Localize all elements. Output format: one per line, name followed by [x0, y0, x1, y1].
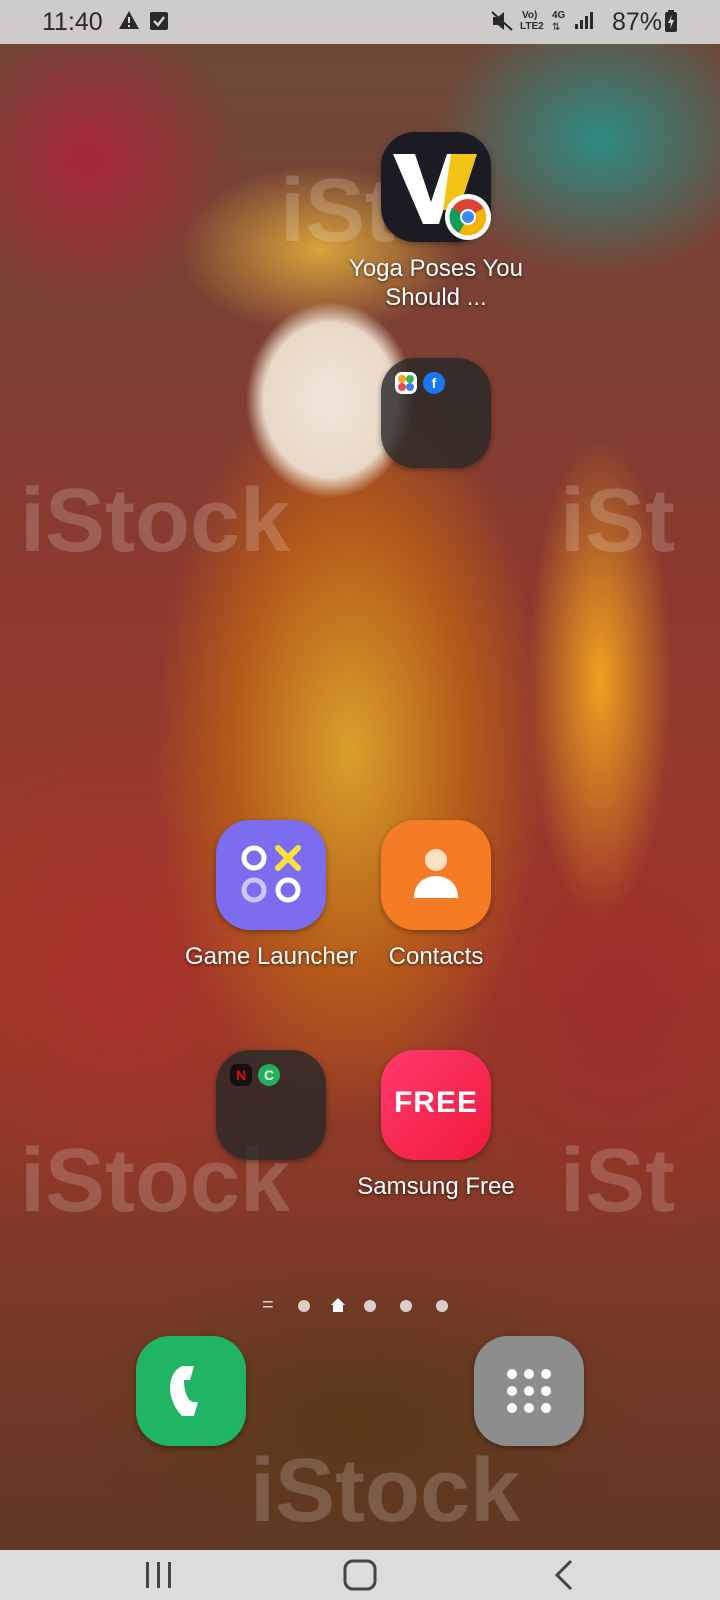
watermark: iStock: [250, 1441, 521, 1541]
phone-icon: [136, 1336, 246, 1446]
page-dot[interactable]: [400, 1300, 412, 1312]
app-samsung-free[interactable]: FREE Samsung Free: [357, 1050, 515, 1200]
app-label: Samsung Free: [357, 1173, 515, 1200]
apps-grid-icon: [474, 1336, 584, 1446]
app-label: Yoga Poses You Should ...: [349, 255, 523, 311]
app-folder-bottom[interactable]: N C: [216, 1050, 326, 1160]
menu-page-icon[interactable]: =: [262, 1294, 274, 1317]
game-launcher-icon: [216, 820, 326, 930]
battery-percent: 87%: [612, 8, 663, 36]
page-indicator[interactable]: =: [258, 1294, 468, 1318]
c-app-icon: C: [258, 1064, 280, 1086]
clock: 11:40: [42, 8, 103, 36]
signal-icon: [574, 10, 594, 36]
page-dot[interactable]: [436, 1300, 448, 1312]
network-type: 4G: [552, 10, 566, 21]
webview-w-icon: [381, 132, 491, 242]
chrome-icon: [445, 194, 491, 240]
watermark: iSt: [560, 471, 676, 571]
facebook-icon: f: [423, 372, 445, 394]
app-folder-top[interactable]: f: [381, 358, 491, 468]
app-label: Game Launcher: [184, 943, 358, 970]
dock-apps-drawer[interactable]: [474, 1336, 584, 1446]
page-dot[interactable]: [364, 1300, 376, 1312]
app-game-launcher[interactable]: Game Launcher: [185, 820, 357, 970]
home-button[interactable]: [342, 1558, 378, 1597]
app-label: Contacts: [388, 943, 484, 970]
battery-charging-icon: [665, 10, 677, 38]
free-icon-text: FREE: [393, 1086, 478, 1119]
contact-person-icon: [381, 820, 491, 930]
app-contacts[interactable]: Contacts: [381, 820, 491, 970]
lte-label: LTE2: [520, 21, 544, 32]
recent-apps-button[interactable]: [142, 1560, 176, 1595]
dock-phone[interactable]: [136, 1336, 246, 1446]
warning-icon: [118, 10, 140, 36]
mute-icon: [490, 10, 514, 38]
home-wallpaper: iSt iStock iSt iStock iSt iStock: [0, 0, 720, 1600]
page-dot[interactable]: [298, 1300, 310, 1312]
home-page-icon[interactable]: [330, 1297, 346, 1318]
data-arrows-icon: ⇅: [552, 22, 561, 33]
folder-icon: f: [381, 358, 491, 468]
app-yoga-poses[interactable]: Yoga Poses You Should ...: [349, 132, 523, 311]
watermark: iSt: [560, 1131, 676, 1231]
watermark: iStock: [20, 471, 291, 571]
watermark: iSt: [280, 161, 396, 261]
checkbox-notification-icon: [150, 10, 168, 36]
samsung-free-icon: FREE: [381, 1050, 491, 1160]
volte-label: Vo): [522, 10, 538, 21]
netflix-icon: N: [230, 1064, 252, 1086]
folder-icon: N C: [216, 1050, 326, 1160]
status-bar: 11:40 Vo) LTE2 4G ⇅ 87%: [0, 0, 720, 44]
collage-icon: [395, 372, 417, 394]
navigation-bar: [0, 1550, 720, 1600]
back-button[interactable]: [552, 1558, 576, 1597]
